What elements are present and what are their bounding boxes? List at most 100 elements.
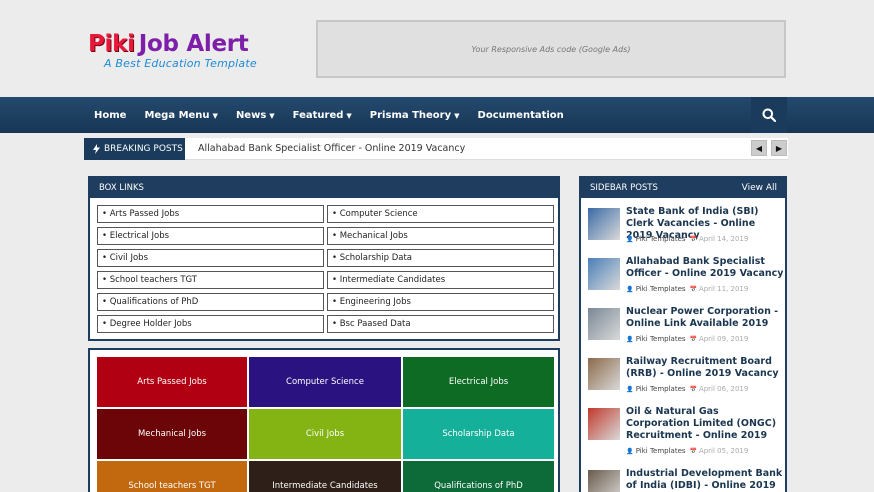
category-tile[interactable]: Intermediate Candidates (249, 461, 401, 492)
box-link[interactable]: • Intermediate Candidates (327, 271, 554, 289)
post-date-text: April 11, 2019 (698, 285, 749, 293)
post-thumbnail[interactable] (588, 208, 620, 240)
box-link-label: Arts Passed Jobs (109, 209, 180, 219)
category-tile[interactable]: Electrical Jobs (403, 357, 554, 407)
bullet-icon: • (102, 209, 110, 219)
post-title[interactable]: Railway Recruitment Board (RRB) - Online… (626, 356, 784, 380)
box-link[interactable]: • School teachers TGT (97, 271, 324, 289)
bullet-icon: • (332, 253, 340, 263)
nav-item-label: Home (94, 109, 127, 121)
box-link[interactable]: • Scholarship Data (327, 249, 554, 267)
category-tile-label: Computer Science (286, 377, 364, 387)
chevron-down-icon: ▼ (346, 111, 352, 120)
sidebar-posts-header: SIDEBAR POSTS View All (581, 178, 785, 198)
breaking-label: BREAKING POSTS (84, 138, 185, 160)
calendar-icon: 📅 (689, 386, 699, 393)
search-button[interactable] (751, 97, 787, 133)
post-author: Piki Templates (635, 385, 686, 393)
box-link[interactable]: • Computer Science (327, 205, 554, 223)
nav-item-prisma-theory[interactable]: Prisma Theory ▼ (370, 110, 460, 121)
post-thumbnail[interactable] (588, 470, 620, 492)
bullet-icon: • (102, 319, 110, 329)
nav-item-documentation[interactable]: Documentation (478, 110, 564, 121)
chevron-left-icon: ◀ (755, 143, 763, 153)
box-link-label: Civil Jobs (109, 253, 149, 263)
logo-tagline: A Best Education Template (104, 57, 257, 70)
breaking-prev-button[interactable]: ◀ (751, 140, 767, 156)
post-date: 📅 April 05, 2019 (690, 447, 749, 455)
calendar-icon: 📅 (689, 448, 699, 455)
post-thumbnail[interactable] (588, 408, 620, 440)
box-link-label: Mechanical Jobs (339, 231, 408, 241)
nav-item-featured[interactable]: Featured ▼ (293, 110, 352, 121)
ad-banner[interactable]: Your Responsive Ads code (Google Ads) (316, 20, 786, 78)
site-logo[interactable]: Piki Job Alert A Best Education Template (88, 30, 278, 74)
category-tile-label: Intermediate Candidates (272, 481, 378, 491)
box-link-label: Qualifications of PhD (109, 297, 199, 307)
box-link[interactable]: • Bsc Paased Data (327, 315, 554, 333)
category-tile-label: Arts Passed Jobs (137, 377, 207, 387)
post-author: Piki Templates (635, 285, 686, 293)
post-title[interactable]: Allahabad Bank Specialist Officer - Onli… (626, 256, 784, 280)
nav-menu: Home Mega Menu ▼ News ▼ Featured ▼ Prisma Theor… (88, 97, 576, 133)
box-links-grid: • Arts Passed Jobs • Computer Science • El… (97, 205, 554, 333)
box-link-label: Engineering Jobs (339, 297, 411, 307)
chevron-down-icon: ▼ (212, 111, 218, 120)
post-author: Piki Templates (635, 447, 686, 455)
bullet-icon: • (102, 253, 110, 263)
nav-item-mega-menu[interactable]: Mega Menu ▼ (144, 110, 217, 121)
box-link[interactable]: • Degree Holder Jobs (97, 315, 324, 333)
post-meta: 👤 Piki Templates 📅 April 05, 2019 (626, 447, 748, 455)
logo-word-piki: Piki (88, 31, 135, 57)
post-thumbnail[interactable] (588, 358, 620, 390)
post-title[interactable]: Oil & Natural Gas Corporation Limited (O… (626, 406, 784, 442)
nav-item-label: News (235, 109, 267, 121)
nav-item-news[interactable]: News ▼ (236, 110, 275, 121)
post-thumbnail[interactable] (588, 308, 620, 340)
post-date-text: April 05, 2019 (698, 447, 749, 455)
box-link[interactable]: • Engineering Jobs (327, 293, 554, 311)
post-thumbnail[interactable] (588, 258, 620, 290)
category-tile-label: School teachers TGT (128, 481, 216, 491)
box-link[interactable]: • Civil Jobs (97, 249, 324, 267)
post-title[interactable]: Nuclear Power Corporation - Online Link … (626, 306, 784, 330)
box-link-label: Bsc Paased Data (339, 319, 411, 329)
view-all-link[interactable]: View All (742, 183, 777, 193)
user-icon: 👤 (626, 448, 634, 455)
post-date: 📅 April 06, 2019 (690, 385, 749, 393)
bolt-icon (93, 144, 100, 154)
post-title[interactable]: Industrial Development Bank of India (ID… (626, 468, 784, 492)
nav-item-home[interactable]: Home (94, 110, 126, 121)
user-icon: 👤 (626, 386, 634, 393)
nav-item-label: Documentation (477, 109, 564, 121)
category-tile[interactable]: Computer Science (249, 357, 401, 407)
category-tile[interactable]: Mechanical Jobs (97, 409, 247, 459)
post-author: Piki Templates (635, 335, 686, 343)
main-nav: Home Mega Menu ▼ News ▼ Featured ▼ Prisma Theor… (0, 97, 874, 133)
category-tile[interactable]: Qualifications of PhD (403, 461, 554, 492)
category-tile-label: Civil Jobs (305, 429, 345, 439)
post-author: Piki Templates (635, 235, 686, 243)
category-tile[interactable]: Civil Jobs (249, 409, 401, 459)
breaking-next-button[interactable]: ▶ (771, 140, 787, 156)
breaking-headline[interactable]: Allahabad Bank Specialist Officer - Onli… (198, 143, 465, 154)
box-link[interactable]: • Mechanical Jobs (327, 227, 554, 245)
box-link[interactable]: • Arts Passed Jobs (97, 205, 324, 223)
box-link[interactable]: • Electrical Jobs (97, 227, 324, 245)
chevron-down-icon: ▼ (269, 111, 275, 120)
bullet-icon: • (332, 209, 340, 219)
bullet-icon: • (102, 275, 110, 285)
box-links-widget: BOX LINKS • Arts Passed Jobs • Computer S… (88, 176, 560, 341)
post-date-text: April 14, 2019 (698, 235, 749, 243)
category-tile[interactable]: Arts Passed Jobs (97, 357, 247, 407)
category-tile[interactable]: School teachers TGT (97, 461, 247, 492)
bullet-icon: • (332, 297, 340, 307)
box-link[interactable]: • Qualifications of PhD (97, 293, 324, 311)
nav-item-label: Featured (292, 109, 344, 121)
sidebar-posts-widget: SIDEBAR POSTS View All State Bank of Ind… (579, 176, 787, 492)
category-tile-label: Electrical Jobs (448, 377, 509, 387)
nav-item-label: Prisma Theory (369, 109, 452, 121)
category-tile[interactable]: Scholarship Data (403, 409, 554, 459)
ad-banner-text: Your Responsive Ads code (Google Ads) (471, 44, 631, 54)
breaking-posts-bar: BREAKING POSTS Allahabad Bank Specialist… (84, 138, 788, 160)
